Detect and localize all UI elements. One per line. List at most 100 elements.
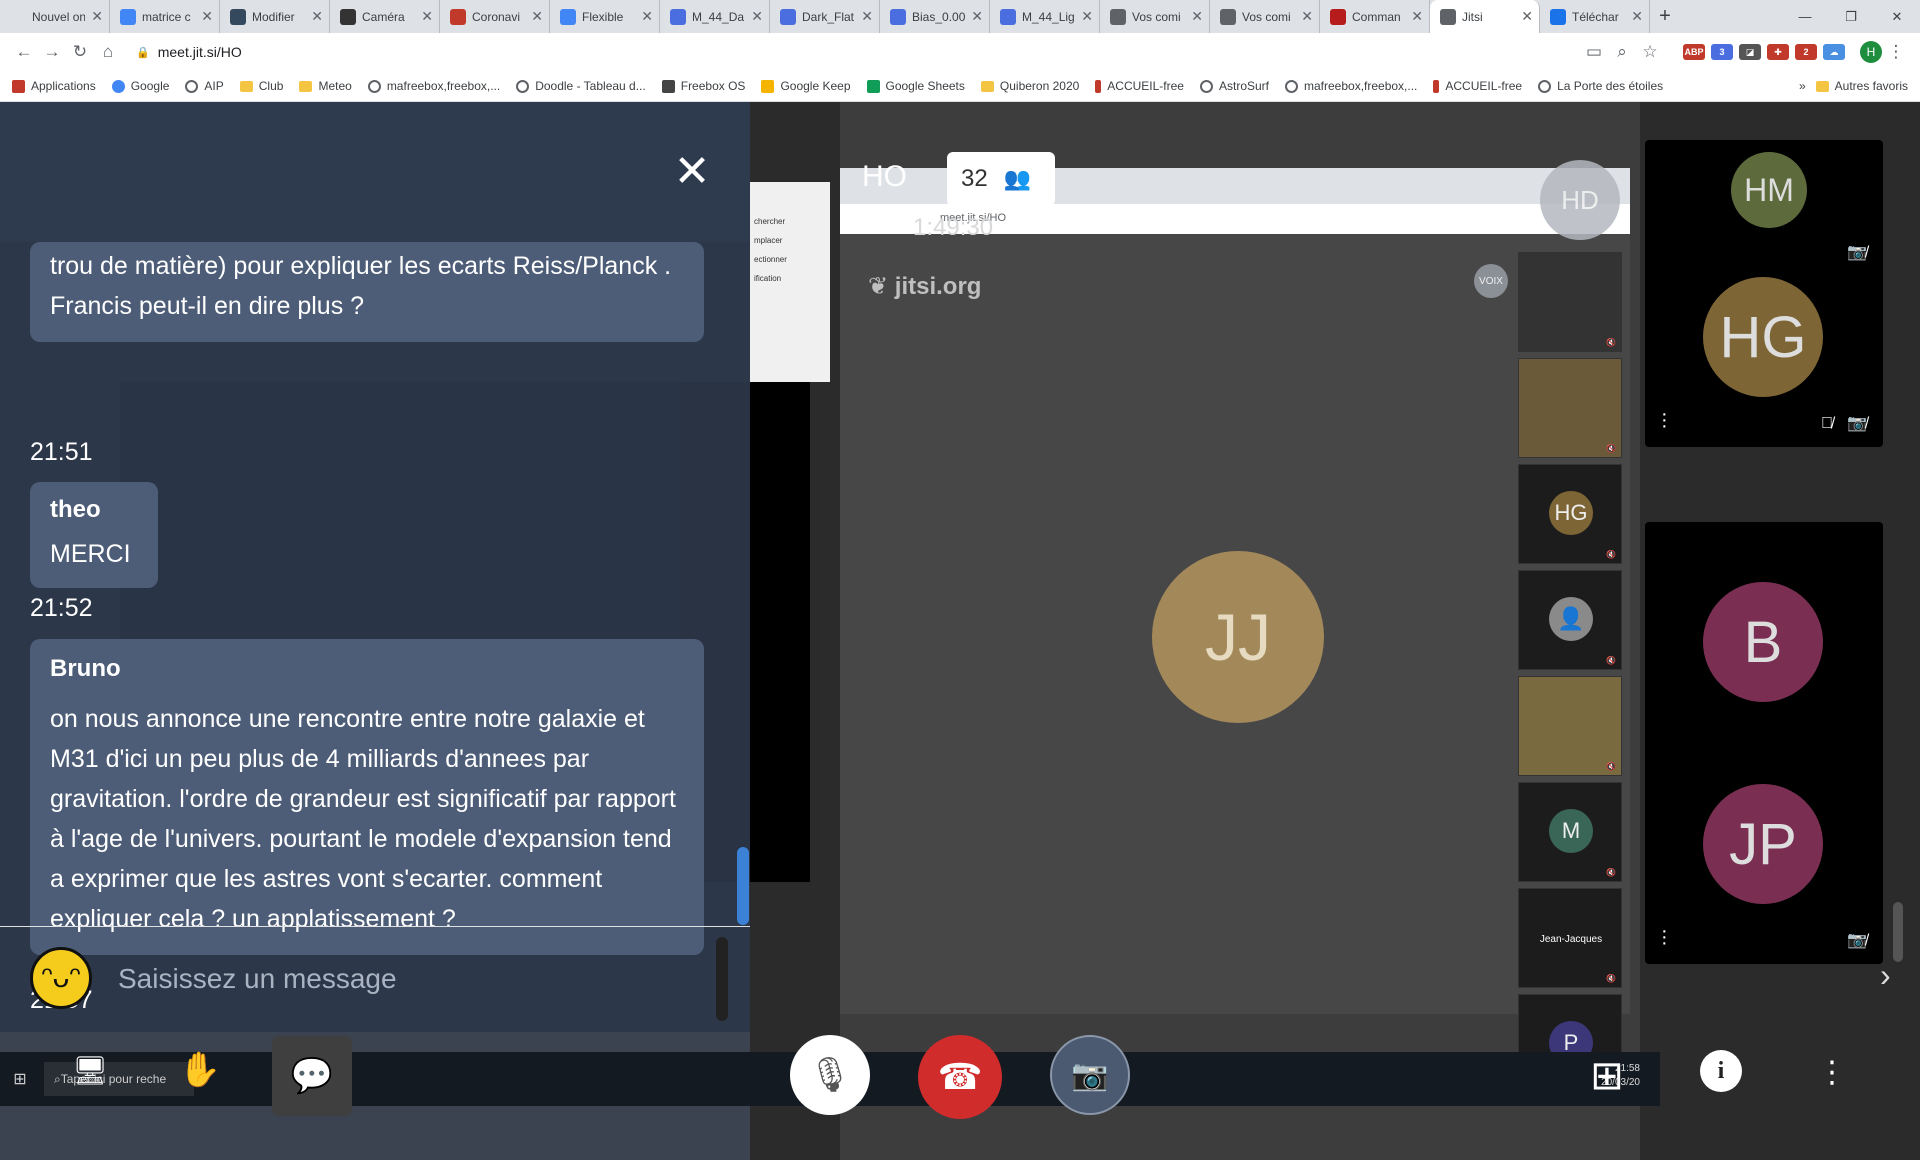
bookmark-label: Applications	[31, 79, 96, 93]
bookmark-item[interactable]: Google Sheets	[866, 79, 965, 93]
bookmark-item[interactable]: ACCUEIL-free	[1095, 79, 1184, 93]
info-icon[interactable]: i	[1700, 1050, 1742, 1092]
filmstrip-scrollbar[interactable]	[1893, 902, 1903, 962]
filmstrip-next-icon[interactable]: ›	[1880, 957, 1891, 994]
extension-icon[interactable]: 2	[1795, 44, 1817, 60]
camera-off-icon: 📷̸	[1847, 244, 1867, 261]
raise-hand-icon[interactable]: ✋	[170, 1040, 230, 1100]
bookmark-item[interactable]: Meteo	[299, 79, 352, 93]
browser-menu-icon[interactable]: ⋮	[1882, 42, 1910, 62]
tile-menu-icon[interactable]: ···	[1661, 404, 1668, 436]
home-icon[interactable]: ⌂	[94, 42, 122, 62]
restore-icon[interactable]: ❐	[1828, 0, 1874, 33]
camera-indicator-icon[interactable]: ▭	[1580, 42, 1608, 62]
address-bar[interactable]: 🔒 meet.jit.si/HO	[136, 38, 1580, 66]
tab-close-icon[interactable]: ✕	[1521, 8, 1533, 25]
participant-count-button[interactable]: 32 👥	[947, 152, 1055, 206]
bookmarks-overflow-button[interactable]: »	[1799, 79, 1806, 93]
chat-scrollbar[interactable]	[737, 847, 749, 925]
tile-menu-icon[interactable]: ···	[1661, 921, 1668, 953]
participant-tile[interactable]: JP · · · 📷̸	[1645, 724, 1883, 964]
extension-icon[interactable]: ◪	[1739, 44, 1761, 60]
emoji-icon[interactable]: ᵔᴗᵔ	[30, 947, 92, 1009]
profile-avatar[interactable]: H	[1860, 41, 1882, 63]
bookmark-item[interactable]: Doodle - Tableau d...	[516, 79, 646, 93]
tab-close-icon[interactable]: ✕	[311, 8, 323, 25]
browser-tab[interactable]: Téléchar ✕	[1540, 0, 1650, 33]
mini-avatar: HG	[1549, 491, 1593, 535]
tab-close-icon[interactable]: ✕	[751, 8, 763, 25]
bookmark-star-icon[interactable]: ☆	[1636, 42, 1664, 62]
zoom-icon[interactable]: ⌕	[1608, 42, 1636, 62]
lock-icon: 🔒	[136, 46, 150, 59]
bookmark-item[interactable]: Club	[239, 79, 283, 93]
browser-tab[interactable]: Coronavi ✕	[440, 0, 550, 33]
participant-tile[interactable]: HM 📷̸	[1645, 140, 1883, 276]
browser-tab[interactable]: M_44_Da ✕	[660, 0, 770, 33]
new-tab-button[interactable]: +	[1650, 0, 1680, 33]
browser-tab[interactable]: Dark_Flat ✕	[770, 0, 880, 33]
bookmark-item[interactable]: Freebox OS	[661, 79, 745, 93]
compose-scrollbar[interactable]	[716, 937, 728, 1021]
tab-close-icon[interactable]: ✕	[201, 8, 213, 25]
chat-message-input[interactable]	[118, 957, 698, 1001]
tab-close-icon[interactable]: ✕	[1411, 8, 1423, 25]
tab-close-icon[interactable]: ✕	[1081, 8, 1093, 25]
extension-icon[interactable]: ABP	[1683, 44, 1705, 60]
browser-tab[interactable]: Nouvel ongle ✕	[0, 0, 110, 33]
back-icon[interactable]: ←	[10, 42, 38, 62]
bookmark-item[interactable]: Google	[111, 79, 169, 93]
tab-close-icon[interactable]: ✕	[641, 8, 653, 25]
large-video-avatar: JJ	[1152, 551, 1324, 723]
more-actions-icon[interactable]: ⋮	[1810, 1048, 1854, 1098]
hangup-icon[interactable]: ☎	[918, 1035, 1002, 1119]
reload-icon[interactable]: ↻	[66, 42, 94, 62]
tab-close-icon[interactable]: ✕	[1301, 8, 1313, 25]
extension-icon[interactable]: 3	[1711, 44, 1733, 60]
minimize-icon[interactable]: —	[1782, 0, 1828, 33]
close-window-icon[interactable]: ✕	[1874, 0, 1920, 33]
forward-icon[interactable]: →	[38, 42, 66, 62]
tab-close-icon[interactable]: ✕	[1191, 8, 1203, 25]
bookmark-item[interactable]: La Porte des étoiles	[1538, 79, 1663, 93]
flexible-icon	[560, 8, 576, 25]
browser-tab[interactable]: Modifier ✕	[220, 0, 330, 33]
browser-tab[interactable]: Comman ✕	[1320, 0, 1430, 33]
google-icon	[120, 8, 136, 25]
shared-menu-item: chercher	[754, 217, 786, 226]
close-icon[interactable]: ✕	[670, 150, 714, 196]
bookmark-item[interactable]: Google Keep	[761, 79, 851, 93]
participant-tile[interactable]: HG · · · 🎙̸ 📷̸	[1645, 267, 1883, 447]
bookmark-item[interactable]: mafreebox,freebox,...	[1285, 79, 1417, 93]
microphone-icon[interactable]: 🎙	[790, 1035, 870, 1115]
browser-tab[interactable]: Flexible ✕	[550, 0, 660, 33]
browser-tab[interactable]: Vos comi ✕	[1100, 0, 1210, 33]
browser-tab[interactable]: matrice c ✕	[110, 0, 220, 33]
browser-tab[interactable]: Caméra ✕	[330, 0, 440, 33]
browser-tab[interactable]: Jitsi ✕	[1430, 0, 1540, 33]
tab-close-icon[interactable]: ✕	[531, 8, 543, 25]
bookmark-item[interactable]: AstroSurf	[1199, 79, 1269, 93]
tab-close-icon[interactable]: ✕	[91, 8, 103, 25]
bookmark-item[interactable]: Applications	[12, 79, 96, 93]
camera-off-icon[interactable]: 📷	[1050, 1035, 1130, 1115]
bookmark-item[interactable]: ACCUEIL-free	[1433, 79, 1522, 93]
browser-tab[interactable]: M_44_Lig ✕	[990, 0, 1100, 33]
other-bookmarks-folder[interactable]: Autres favoris	[1815, 79, 1908, 93]
tile-view-icon[interactable]: ⊞	[1580, 1049, 1634, 1103]
bookmark-item[interactable]: AIP	[185, 79, 224, 93]
tab-close-icon[interactable]: ✕	[1631, 8, 1643, 25]
screen-share-icon[interactable]: 🖥	[60, 1040, 120, 1100]
bookmark-item[interactable]: mafreebox,freebox,...	[367, 79, 500, 93]
chat-compose: ᵔᴗᵔ	[0, 926, 750, 1032]
browser-tab[interactable]: Vos comi ✕	[1210, 0, 1320, 33]
bookmark-item[interactable]: Quiberon 2020	[980, 79, 1079, 93]
tab-close-icon[interactable]: ✕	[861, 8, 873, 25]
tab-close-icon[interactable]: ✕	[971, 8, 983, 25]
chat-toggle-icon[interactable]: 💬	[272, 1036, 352, 1116]
tab-close-icon[interactable]: ✕	[421, 8, 433, 25]
extension-icon[interactable]: ☁	[1823, 44, 1845, 60]
extension-icon[interactable]: ✚	[1767, 44, 1789, 60]
browser-tab[interactable]: Bias_0.00 ✕	[880, 0, 990, 33]
voix-badge: VOIX	[1474, 264, 1508, 298]
